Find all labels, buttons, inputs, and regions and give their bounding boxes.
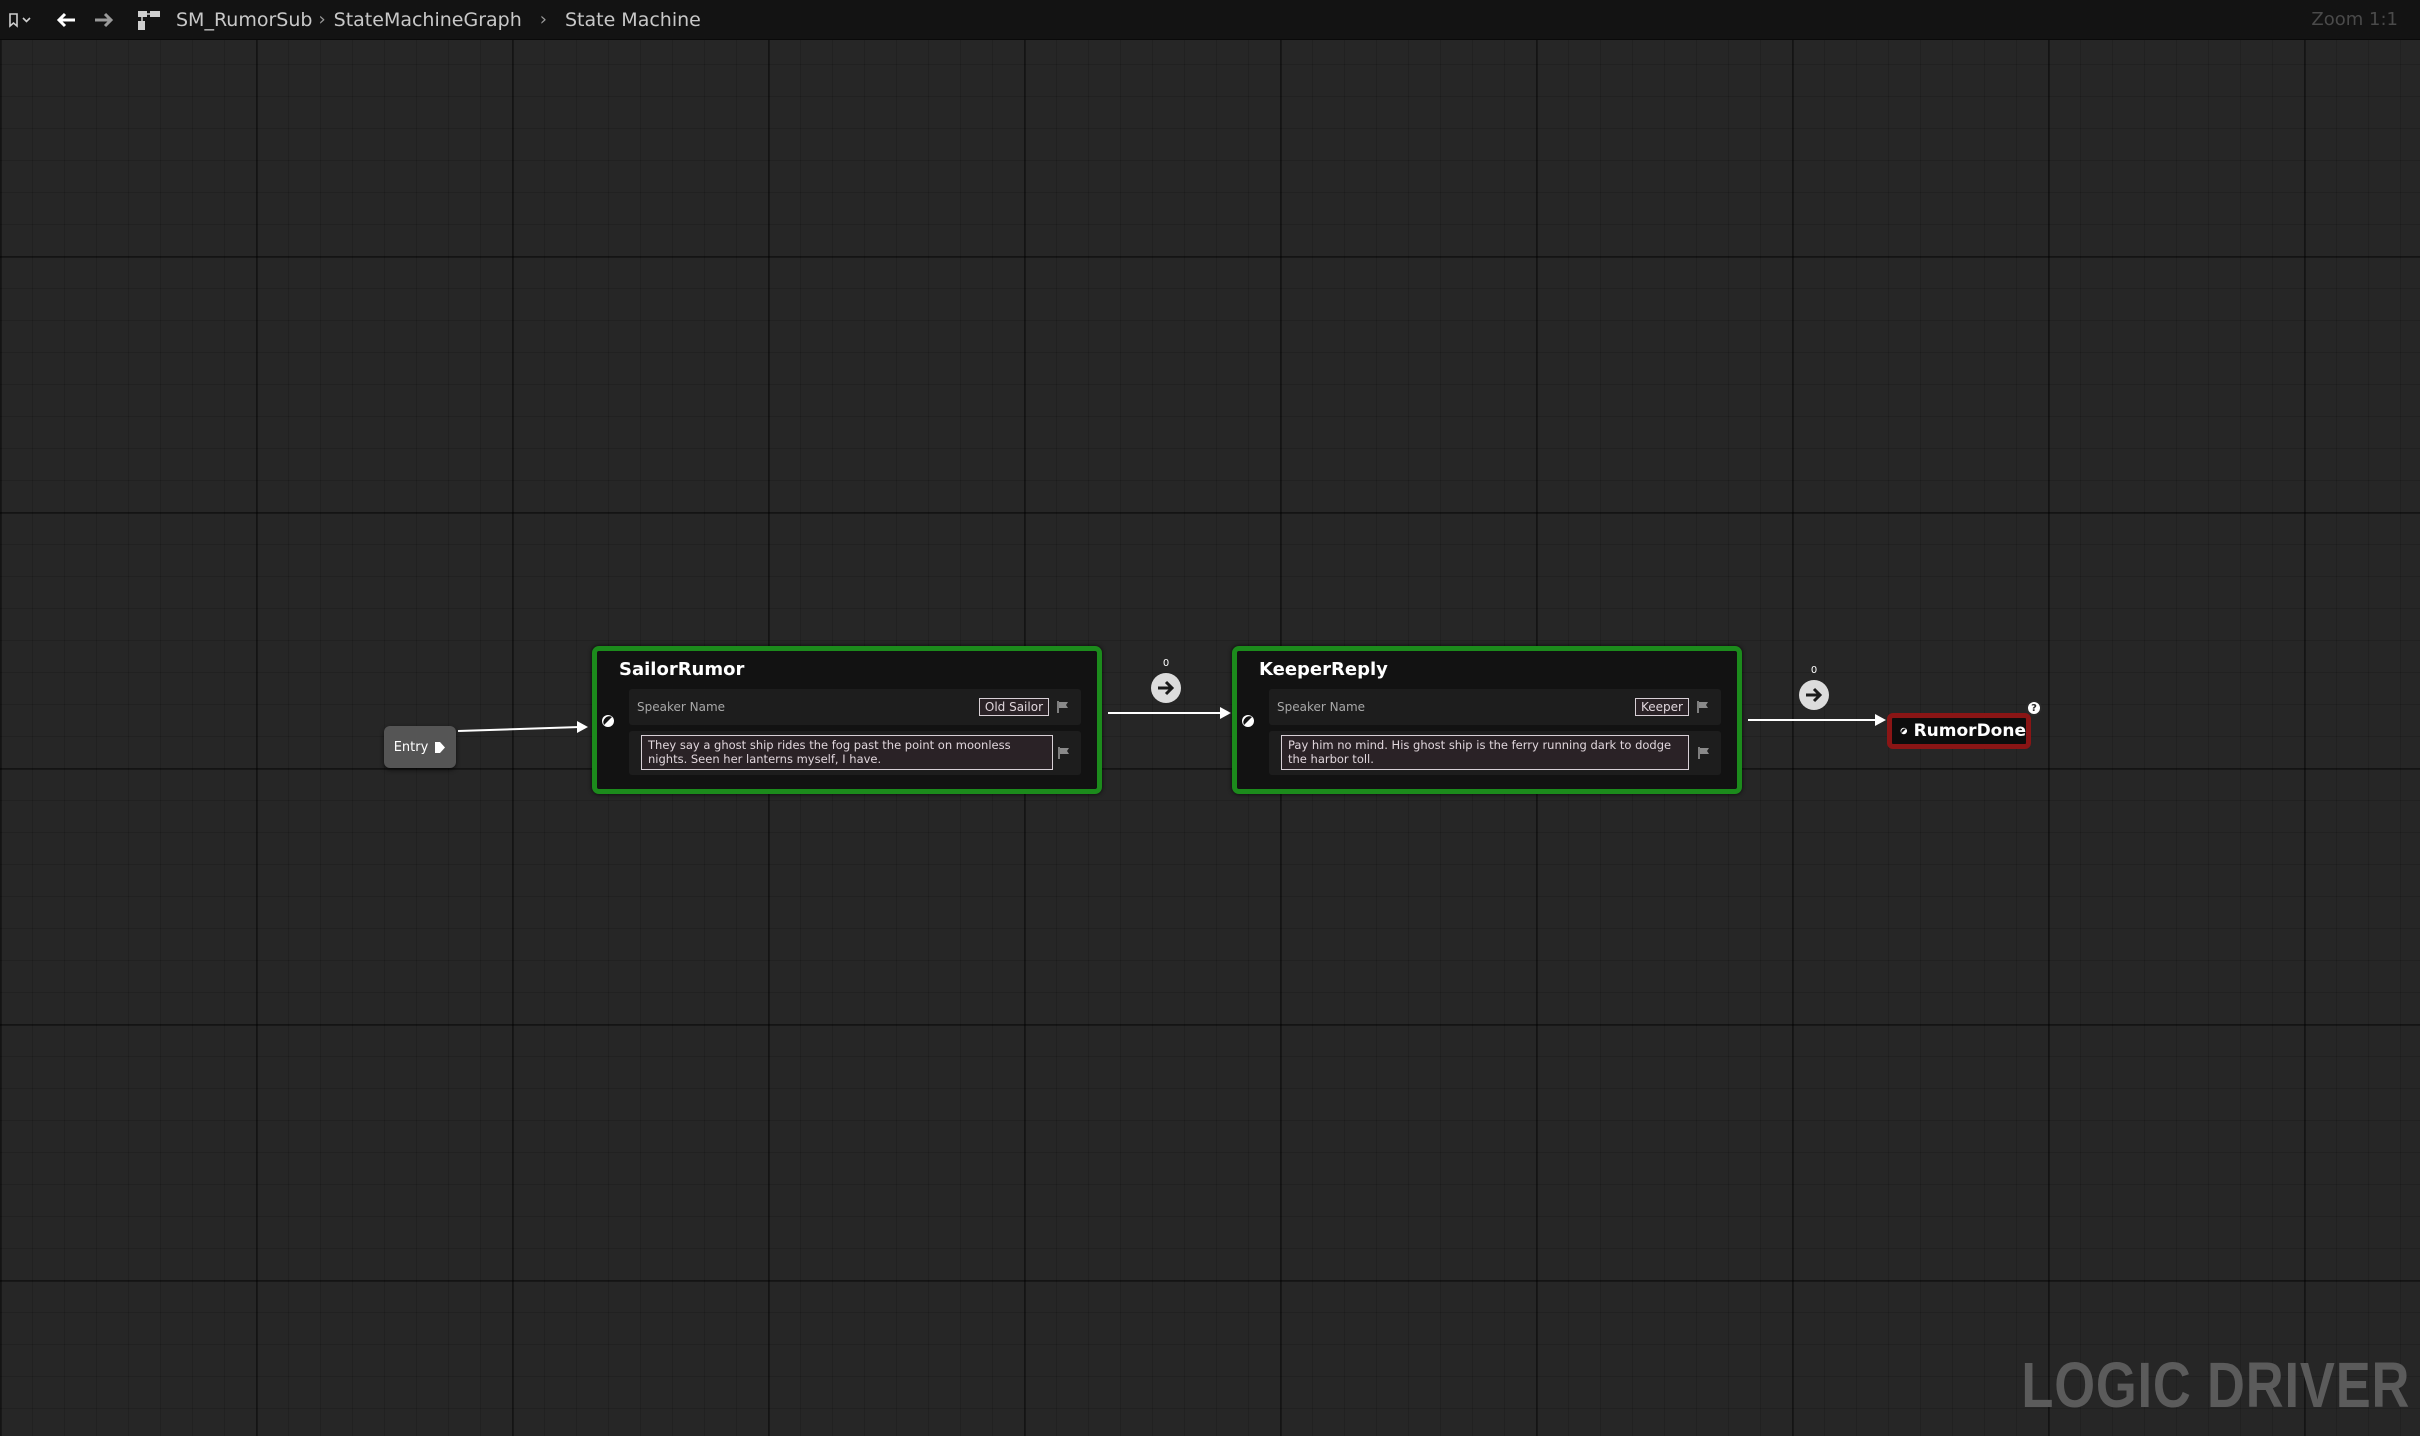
- arrow-right-icon: [1806, 687, 1823, 703]
- transition-node[interactable]: [1799, 680, 1829, 710]
- state-title: KeeperReply: [1259, 659, 1388, 680]
- transition-node[interactable]: [1151, 673, 1181, 703]
- state-node-sailor-rumor[interactable]: SailorRumor Speaker Name Old Sailor They…: [592, 646, 1102, 794]
- transition-priority: 0: [1810, 665, 1818, 676]
- speaker-name-value[interactable]: Keeper: [1635, 698, 1689, 716]
- state-node-keeper-reply[interactable]: KeeperReply Speaker Name Keeper Pay him …: [1232, 646, 1742, 794]
- logic-driver-watermark: LOGIC DRIVER: [2021, 1349, 2410, 1421]
- dialogue-text-row: They say a ghost ship rides the fog past…: [629, 731, 1081, 775]
- flag-icon[interactable]: [1056, 700, 1070, 714]
- transition-priority: 0: [1162, 658, 1170, 669]
- arrow-right-icon: [1158, 680, 1175, 696]
- speaker-name-value[interactable]: Old Sailor: [978, 698, 1049, 716]
- wire-sailor-to-keeper[interactable]: [1108, 707, 1231, 719]
- wire-entry-to-sailor[interactable]: [457, 721, 588, 733]
- state-title: RumorDone: [1913, 721, 2026, 741]
- speaker-name-label: Speaker Name: [1277, 700, 1366, 714]
- wire-keeper-to-done[interactable]: [1748, 714, 1886, 726]
- state-input-pin-icon[interactable]: [1241, 714, 1255, 728]
- state-input-pin-icon[interactable]: [1900, 724, 1908, 738]
- dialogue-text-field[interactable]: They say a ghost ship rides the fog past…: [641, 735, 1053, 770]
- state-input-pin-icon[interactable]: [601, 714, 615, 728]
- speaker-name-row: Speaker Name Old Sailor: [629, 689, 1081, 725]
- dialogue-text-field[interactable]: Pay him no mind. His ghost ship is the f…: [1281, 735, 1689, 770]
- flag-icon[interactable]: [1696, 700, 1710, 714]
- graph-wires: [457, 707, 1886, 733]
- state-title: SailorRumor: [619, 659, 745, 680]
- speaker-name-label: Speaker Name: [637, 700, 726, 714]
- entry-label: Entry: [393, 739, 429, 755]
- dialogue-text-row: Pay him no mind. His ghost ship is the f…: [1269, 731, 1721, 775]
- end-state-badge-icon: ?: [2026, 700, 2042, 716]
- entry-node[interactable]: Entry: [384, 726, 456, 768]
- flag-icon[interactable]: [1057, 746, 1071, 760]
- end-state-node-rumor-done[interactable]: RumorDone: [1887, 713, 2031, 749]
- entry-output-pin-icon[interactable]: [434, 741, 446, 754]
- speaker-name-row: Speaker Name Keeper: [1269, 689, 1721, 725]
- flag-icon[interactable]: [1697, 746, 1711, 760]
